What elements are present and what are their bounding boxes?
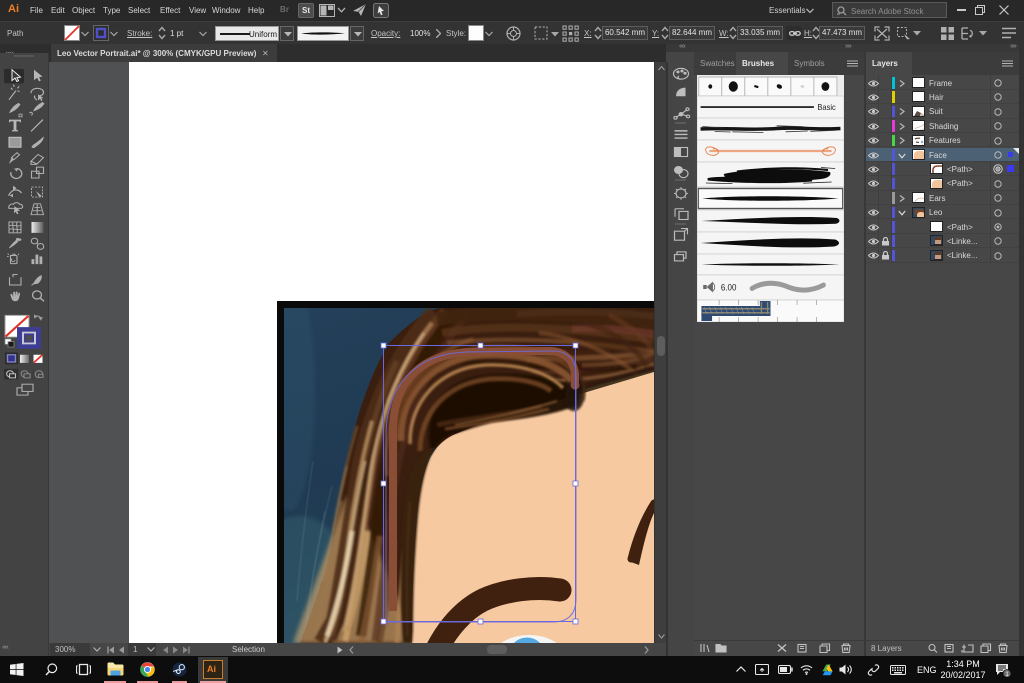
svg-text:Basic: Basic (817, 103, 835, 113)
svg-text:1: 1 (1005, 671, 1009, 678)
svg-text:6.00: 6.00 (721, 282, 737, 293)
svg-text:8 Layers: 8 Layers (871, 644, 902, 653)
